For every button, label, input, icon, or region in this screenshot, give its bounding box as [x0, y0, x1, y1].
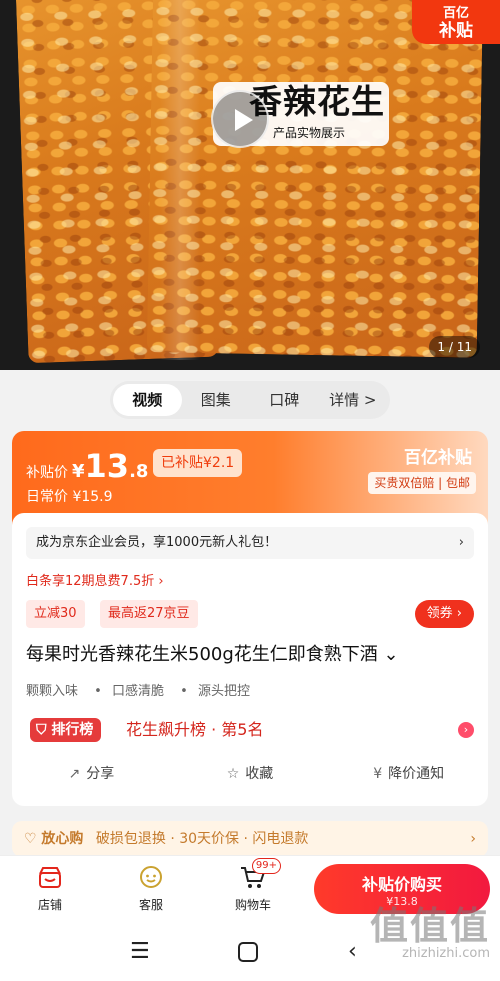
customer-service-label: 客服: [138, 898, 163, 912]
regular-price: 日常价 ¥15.9: [26, 486, 113, 506]
cart-label: 购物车: [234, 898, 271, 912]
home-icon[interactable]: [238, 942, 258, 962]
watermark-logo: 值值值: [369, 904, 490, 948]
cart-count-badge: 99+: [251, 858, 281, 874]
subsidy-badge-text: 补贴: [439, 21, 473, 41]
store-button[interactable]: 店铺: [20, 864, 80, 913]
assurance-brand: ♡ 放心购: [24, 831, 84, 847]
product-page: 百亿 补贴 香辣花生 产品实物展示 1 / 11 视频 图集 口碑 详情 > 补…: [0, 0, 500, 981]
guarantee-tag[interactable]: 买贵双倍赔 | 包邮: [368, 472, 476, 494]
ranking-shield-icon: ⛉: [36, 722, 52, 738]
feature-item: 口感清脆: [111, 684, 164, 699]
feature-item: 颗颗入味: [26, 684, 79, 699]
play-icon[interactable]: [211, 90, 269, 148]
video-preview[interactable]: 香辣花生 产品实物展示: [211, 82, 389, 148]
currency-symbol: ¥: [72, 461, 85, 482]
chevron-right-icon: ›: [470, 831, 476, 847]
menu-icon[interactable]: ☰: [130, 939, 150, 964]
action-row: ↗ 分享 ☆ 收藏 ¥ 降价通知: [12, 763, 488, 787]
product-image-carousel[interactable]: 百亿 补贴 香辣花生 产品实物展示 1 / 11: [0, 0, 500, 370]
store-label: 店铺: [37, 898, 62, 912]
get-coupon-button[interactable]: 领券 ›: [414, 600, 474, 628]
image-counter: 1 / 11: [429, 336, 480, 358]
price-integer: 13: [84, 447, 130, 485]
customer-service-icon: [121, 864, 181, 892]
share-icon: ↗: [68, 766, 81, 782]
tab-video[interactable]: 视频: [113, 384, 182, 416]
price-alert-button[interactable]: ¥ 降价通知: [329, 763, 488, 787]
installment-offer-link[interactable]: 白条享12期息费7.5折 ›: [26, 570, 164, 589]
feature-item: 源头把控: [197, 684, 250, 699]
media-tabs: 视频 图集 口碑 详情 >: [110, 381, 390, 419]
share-button[interactable]: ↗ 分享: [12, 763, 171, 787]
member-banner-text: 成为京东企业会员，享1000元新人礼包！: [36, 535, 278, 550]
subsidy-amount-tag: 已补贴¥2.1: [153, 449, 243, 477]
ranking-text: 花生飙升榜 · 第5名: [126, 720, 264, 739]
subsidy-brand-logo: 百亿补贴: [404, 448, 472, 468]
tab-details[interactable]: 详情 >: [319, 384, 388, 416]
cart-button[interactable]: 99+ 购物车: [223, 858, 283, 913]
favorite-button[interactable]: ☆ 收藏: [171, 763, 330, 787]
regular-price-label: 日常价: [26, 489, 68, 505]
chevron-right-icon: ›: [458, 535, 464, 550]
store-icon: [20, 864, 80, 892]
subsidy-price-label: 补贴价: [26, 465, 68, 481]
video-subtitle: 产品实物展示: [273, 126, 346, 140]
customer-service-button[interactable]: 客服: [121, 864, 181, 913]
assurance-text: 破损包退换 · 30天价保 · 闪电退款: [95, 831, 309, 847]
ranking-badge: ⛉ 排行榜: [30, 718, 102, 742]
price-decimal: .8: [129, 461, 149, 482]
enterprise-member-banner[interactable]: 成为京东企业会员，享1000元新人礼包！ ›: [26, 527, 474, 559]
ranking-row[interactable]: ⛉ 排行榜 花生飙升榜 · 第5名 ›: [26, 718, 474, 746]
assurance-bar[interactable]: ♡ 放心购 破损包退换 · 30天价保 · 闪电退款 ›: [12, 821, 488, 857]
price-drop-icon: ¥: [373, 766, 383, 782]
chevron-right-icon: ›: [458, 722, 474, 738]
promo-tag-discount: 立减30: [26, 600, 85, 628]
buy-button-label: 补贴价购买: [361, 875, 442, 894]
tab-reviews[interactable]: 口碑: [250, 384, 319, 416]
subsidy-badge: 百亿 补贴: [412, 0, 500, 44]
tab-gallery[interactable]: 图集: [182, 384, 251, 416]
promo-tag-beans: 最高返27京豆: [100, 600, 198, 628]
site-watermark: 值值值 zhizhizhi.com: [370, 895, 490, 961]
subsidy-badge-logo: 百亿: [442, 6, 469, 21]
star-icon: ☆: [226, 766, 240, 782]
subsidy-price: 补贴价 ¥ 13 .8: [26, 447, 148, 485]
product-info-card: 成为京东企业会员，享1000元新人礼包！ › 白条享12期息费7.5折 › 立减…: [12, 513, 488, 806]
feature-list: 颗颗入味 • 口感清脆 • 源头把控: [26, 684, 250, 699]
regular-price-value: ¥15.9: [72, 489, 113, 505]
back-icon[interactable]: ‹: [348, 939, 357, 964]
product-title[interactable]: 每果时光香辣花生米500g花生仁即食熟下酒 ⌄: [26, 640, 399, 666]
